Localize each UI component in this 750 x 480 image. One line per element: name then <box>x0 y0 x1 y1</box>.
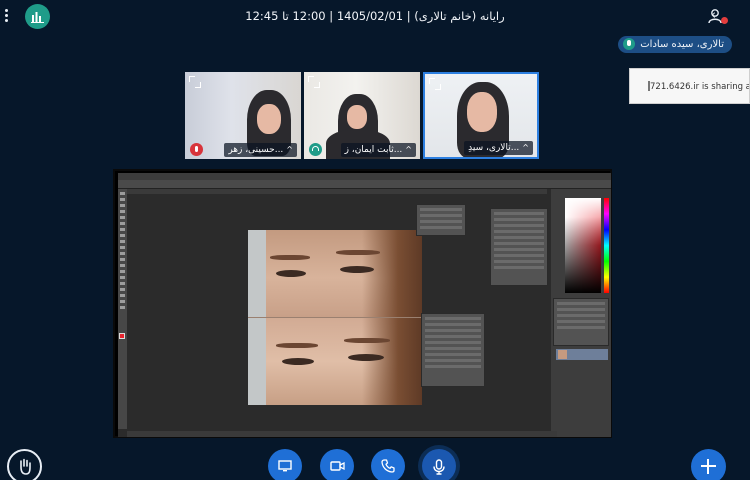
headset-icon <box>309 143 322 156</box>
share-notification: 721.6426.ir is sharing a wi <box>629 68 750 104</box>
camera-button[interactable] <box>320 449 354 480</box>
screen-share-button[interactable] <box>268 449 302 480</box>
camera-icon <box>330 461 345 471</box>
participant-nameplate[interactable]: ثابت ایمان، ز... ^ <box>340 143 416 157</box>
participants-button[interactable] <box>708 8 728 26</box>
share-notification-text: 721.6426.ir is sharing a wi <box>650 82 749 92</box>
shared-screen[interactable] <box>113 169 612 438</box>
meeting-title: رایانه (خانم تالاری) | 1405/02/01 | 12:0… <box>245 9 505 23</box>
bar-chart-icon <box>31 12 44 23</box>
raise-hand-icon <box>20 458 31 475</box>
microphone-button[interactable] <box>422 449 456 480</box>
active-speaker-badge: تالاری، سیده سادات <box>618 36 732 53</box>
add-button[interactable] <box>691 449 726 480</box>
raise-hand-button[interactable] <box>7 449 42 480</box>
app-panel-layers <box>553 298 609 346</box>
app-options-bar <box>118 180 611 189</box>
app-menu-bar <box>118 173 611 180</box>
expand-icon[interactable] <box>429 78 441 90</box>
participant-name: حسینی، زهر... <box>228 145 284 155</box>
app-toolbox <box>118 189 127 429</box>
divider <box>648 81 650 91</box>
microphone-icon <box>623 38 636 50</box>
microphone-icon <box>433 459 445 475</box>
app-document-tab <box>127 189 547 194</box>
muted-mic-icon <box>190 143 203 156</box>
app-hue-slider <box>604 198 609 293</box>
participant-nameplate[interactable]: تالاری، سیدِ... ^ <box>464 141 533 155</box>
expand-icon[interactable] <box>308 76 320 88</box>
participant-tile-1[interactable]: حسینی، زهر... ^ <box>185 72 301 159</box>
screen-share-icon <box>278 460 292 472</box>
shared-application-window <box>118 173 611 437</box>
phone-icon <box>381 459 395 473</box>
participant-name: تالاری، سیدِ... <box>468 143 520 153</box>
participant-name: ثابت ایمان، ز... <box>344 145 403 155</box>
notification-dot <box>721 17 728 24</box>
chevron-up-icon: ^ <box>286 145 293 154</box>
foreground-color-swatch <box>119 333 125 339</box>
participant-face <box>467 92 497 132</box>
more-menu-icon[interactable] <box>2 7 10 27</box>
chevron-up-icon: ^ <box>522 143 529 152</box>
app-layer-thumbnail <box>558 350 567 359</box>
chevron-up-icon: ^ <box>405 145 412 154</box>
top-bar: رایانه (خانم تالاری) | 1405/02/01 | 12:0… <box>0 0 750 36</box>
stats-button[interactable] <box>25 4 50 29</box>
participant-nameplate[interactable]: حسینی، زهر... ^ <box>224 143 297 157</box>
participant-tile-3[interactable]: تالاری، سیدِ... ^ <box>423 72 539 159</box>
phone-button[interactable] <box>371 449 405 480</box>
app-canvas-image <box>248 230 422 405</box>
app-panel-history <box>416 204 466 236</box>
active-speaker-name: تالاری، سیده سادات <box>640 39 724 50</box>
app-panel-character <box>490 208 548 286</box>
app-color-picker <box>565 198 601 293</box>
participant-face <box>347 105 367 129</box>
participant-tile-2[interactable]: ثابت ایمان، ز... ^ <box>304 72 420 159</box>
participant-face <box>257 104 281 134</box>
app-panel-properties <box>421 313 485 387</box>
expand-icon[interactable] <box>189 76 201 88</box>
app-status-bar <box>127 431 557 437</box>
